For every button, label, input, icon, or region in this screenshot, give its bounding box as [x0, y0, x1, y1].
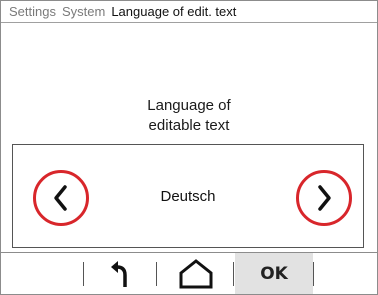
device-screen: Settings System Language of edit. text L…	[0, 0, 378, 295]
breadcrumb-system[interactable]: System	[62, 4, 105, 19]
home-icon	[179, 259, 213, 289]
page-title: Language of editable text	[1, 96, 377, 136]
ok-button[interactable]: OK	[235, 253, 313, 294]
breadcrumb: Settings System Language of edit. text	[1, 1, 377, 23]
page-title-line2: editable text	[148, 117, 230, 134]
back-button[interactable]	[97, 257, 139, 291]
breadcrumb-settings[interactable]: Settings	[9, 4, 56, 19]
previous-language-button[interactable]	[33, 170, 89, 226]
separator	[313, 262, 314, 286]
back-arrow-icon	[111, 261, 127, 287]
separator	[83, 262, 84, 286]
separator	[156, 262, 157, 286]
home-button[interactable]	[171, 257, 221, 291]
separator	[233, 262, 234, 286]
chevron-right-icon	[318, 185, 331, 211]
language-selector: Deutsch	[12, 144, 364, 248]
next-language-button[interactable]	[296, 170, 352, 226]
page-title-line1: Language of	[147, 97, 231, 114]
bottom-navigation-bar: OK	[1, 252, 377, 294]
chevron-left-icon	[54, 185, 67, 211]
breadcrumb-current: Language of edit. text	[111, 4, 237, 19]
